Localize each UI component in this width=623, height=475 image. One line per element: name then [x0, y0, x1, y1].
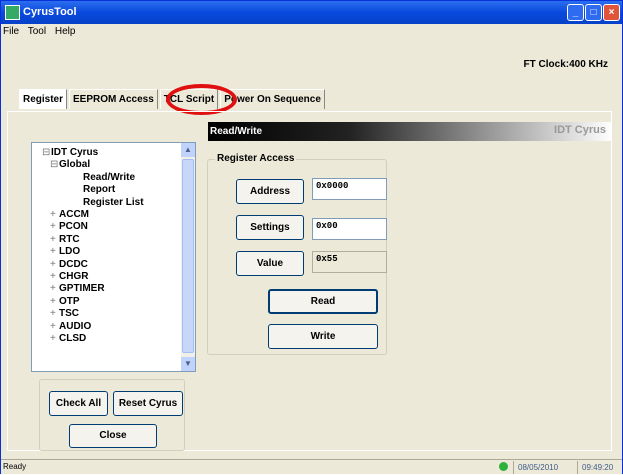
scroll-up-icon[interactable]: ▲ [181, 143, 195, 157]
reset-cyrus-button[interactable]: Reset Cyrus [113, 391, 183, 416]
tree-item-label: DCDC [59, 258, 88, 270]
tree-expander-icon[interactable]: + [50, 296, 59, 308]
menu-file[interactable]: File [3, 26, 19, 37]
tree-item[interactable]: Report [36, 184, 179, 196]
tree-item-label: RTC [59, 233, 80, 245]
tree-item[interactable]: + CHGR [36, 271, 179, 283]
section-brand: IDT Cyrus [554, 124, 606, 136]
tree-expander-icon[interactable]: + [50, 234, 59, 246]
value-button[interactable]: Value [236, 251, 304, 276]
minimize-button[interactable]: _ [567, 4, 584, 21]
status-bar: Ready 08/05/2010 09:49:20 [1, 459, 622, 474]
main-window: CyrusTool _ □ × File Tool Help FT Clock:… [0, 0, 623, 474]
status-date: 08/05/2010 [513, 461, 577, 474]
window-title: CyrusTool [23, 6, 77, 18]
tree-expander-icon[interactable]: + [50, 221, 59, 233]
register-tree[interactable]: ⊟IDT Cyrus ⊟Global Read/Write Report Registe… [31, 142, 196, 372]
tree-expander-icon[interactable]: + [50, 209, 59, 221]
tree-item[interactable]: Register List [36, 197, 179, 209]
tree-item-label: CHGR [59, 271, 89, 283]
tree-item-label: GPTIMER [59, 283, 105, 295]
tree-item-label: Register List [83, 196, 144, 208]
tree-item-label: ACCM [59, 209, 89, 221]
section-header: Read/Write [208, 122, 612, 141]
close-button[interactable]: Close [69, 424, 157, 448]
tree-item-label: Read/Write [83, 171, 136, 183]
tree-item[interactable]: ⊟Global [36, 159, 179, 171]
tab-eeprom-access[interactable]: EEPROM Access [69, 89, 158, 109]
status-time: 09:49:20 [577, 461, 622, 474]
tree-expander-icon[interactable]: + [50, 308, 59, 320]
tree-expander-icon[interactable]: + [50, 333, 59, 345]
register-access-title: Register Access [215, 153, 297, 164]
tree-item-label: IDT Cyrus [51, 147, 99, 158]
tree-item[interactable]: Read/Write [36, 172, 179, 184]
tree-item[interactable]: + TSC [36, 308, 179, 320]
value-field: 0x55 [312, 251, 387, 273]
tree-item-label: OTP [59, 295, 80, 307]
menu-help[interactable]: Help [55, 26, 76, 37]
tree-item[interactable]: + RTC [36, 234, 179, 246]
tree-expander-icon[interactable]: + [50, 321, 59, 333]
connection-status-icon [499, 462, 508, 471]
tree-item[interactable]: + PCON [36, 221, 179, 233]
tree-expander-icon[interactable]: ⊟ [50, 159, 59, 171]
tree-item[interactable]: + CLSD [36, 333, 179, 345]
clock-label: FT Clock:400 KHz [523, 59, 608, 70]
tree-item[interactable]: + LDO [36, 246, 179, 258]
tree-expander-icon[interactable]: + [50, 283, 59, 295]
check-all-button[interactable]: Check All [49, 391, 108, 416]
menu-bar: File Tool Help [1, 24, 622, 40]
tree-item-label: AUDIO [59, 320, 92, 332]
read-button[interactable]: Read [268, 289, 378, 314]
tree-expander-icon[interactable]: ⊟ [42, 147, 51, 159]
tree-item-label: Global [59, 159, 91, 171]
maximize-button[interactable]: □ [585, 4, 602, 21]
settings-input[interactable]: 0x00 [312, 218, 387, 240]
scroll-thumb[interactable] [182, 159, 194, 353]
tab-register[interactable]: Register [19, 89, 68, 109]
status-text: Ready [3, 462, 27, 471]
tree-item-label: PCON [59, 221, 88, 233]
tree-item-label: TSC [59, 308, 79, 320]
tree-expander-icon[interactable]: + [50, 259, 59, 271]
write-button[interactable]: Write [268, 324, 378, 349]
tree-item-label: Report [83, 184, 116, 196]
settings-button[interactable]: Settings [236, 215, 304, 240]
address-input[interactable]: 0x0000 [312, 178, 387, 200]
tree-item[interactable]: ⊟IDT Cyrus [36, 147, 179, 159]
tree-item[interactable]: + GPTIMER [36, 283, 179, 295]
tree-list: ⊟IDT Cyrus ⊟Global Read/Write Report Registe… [36, 147, 179, 346]
tree-item[interactable]: + ACCM [36, 209, 179, 221]
scroll-down-icon[interactable]: ▼ [181, 357, 195, 371]
menu-tool[interactable]: Tool [28, 26, 46, 37]
tree-item-label: CLSD [59, 333, 87, 345]
tree-item[interactable]: + OTP [36, 296, 179, 308]
tree-expander-icon[interactable]: + [50, 271, 59, 283]
address-button[interactable]: Address [236, 179, 304, 204]
tree-item[interactable]: + DCDC [36, 259, 179, 271]
tree-expander-icon[interactable]: + [50, 246, 59, 258]
tree-item[interactable]: + AUDIO [36, 321, 179, 333]
close-window-button[interactable]: × [603, 4, 620, 21]
tree-item-label: LDO [59, 246, 81, 258]
app-icon [5, 5, 20, 20]
tree-scrollbar[interactable]: ▲ ▼ [181, 143, 195, 371]
title-bar: CyrusTool _ □ × [1, 1, 622, 24]
